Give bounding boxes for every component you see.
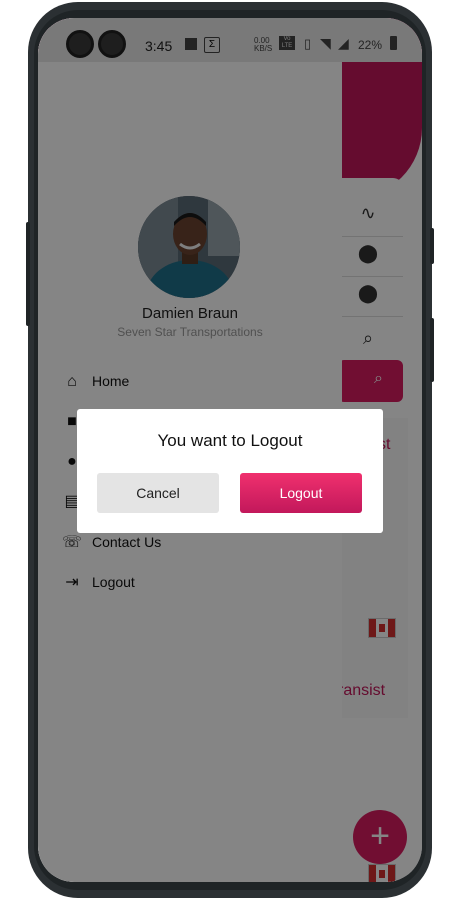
- cancel-button[interactable]: Cancel: [97, 473, 219, 513]
- dialog-title: You want to Logout: [157, 431, 303, 450]
- logout-button[interactable]: Logout: [240, 473, 362, 513]
- logout-dialog: You want to Logout Cancel Logout: [77, 409, 383, 533]
- side-button-left: [26, 222, 30, 326]
- side-button-right: [430, 318, 434, 382]
- side-button-right-top: [430, 228, 434, 264]
- screen: w ∿ ⬤ ⬤ ⌕ ⌕ st ransist + Damien Braun Se…: [38, 18, 422, 882]
